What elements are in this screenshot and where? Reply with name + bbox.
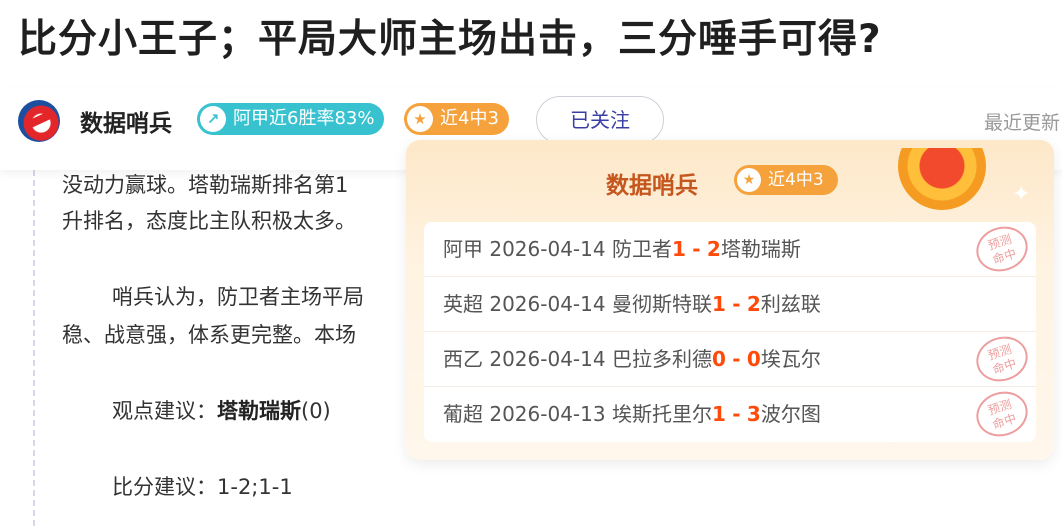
record-row[interactable]: 西乙 2026-04-14 巴拉多利德0 - 0埃瓦尔 预测 命中	[424, 330, 1036, 388]
record-date: 2026-04-13	[489, 402, 606, 426]
record-home-team: 巴拉多利德	[611, 347, 712, 371]
record-home-score: 0	[711, 347, 726, 371]
record-date: 2026-04-14	[489, 292, 606, 316]
record-list: 阿甲 2026-04-14 防卫者1 - 2塔勒瑞斯 预测 命中 英超 2026-…	[424, 220, 1036, 443]
paragraph-line: 没动力赢球。塔勒瑞斯排名第1	[62, 173, 349, 197]
record-home-team: 防卫者	[611, 237, 672, 261]
record-row[interactable]: 葡超 2026-04-13 埃斯托里尔1 - 3波尔图 预测 命中	[424, 385, 1036, 443]
sparkle-icon: ✦	[1012, 182, 1031, 207]
record-row[interactable]: 英超 2026-04-14 曼彻斯特联1 - 2利兹联	[424, 277, 1036, 332]
record-league: 葡超	[443, 402, 483, 426]
record-score-separator: -	[732, 292, 741, 316]
star-icon: ★	[737, 168, 761, 192]
popup-title: 数据哨兵	[606, 173, 698, 199]
hit-rate-badge[interactable]: ★ 近4中3	[404, 103, 509, 135]
record-away-score: 2	[706, 237, 721, 261]
record-away-score: 2	[746, 292, 761, 316]
paragraph-line: 稳、战意强，体系更完整。本场	[62, 323, 356, 347]
follow-button[interactable]: 已关注	[536, 96, 664, 144]
record-score-separator: -	[732, 402, 741, 426]
score-value: 1-2;1-1	[217, 475, 293, 499]
record-league: 英超	[443, 292, 483, 316]
record-away-score: 0	[746, 347, 761, 371]
popup-hit-badge: ★ 近4中3	[734, 165, 838, 195]
record-popup: ✦ 数据哨兵 ★ 近4中3 阿甲 2026-04-14 防卫者1 - 2塔勒瑞斯…	[406, 140, 1054, 460]
star-icon: ★	[407, 106, 433, 132]
paragraph-line: 升排名，态度比主队积极太多。	[62, 209, 356, 233]
record-away-team: 埃瓦尔	[760, 347, 821, 371]
hit-rate-label: 近4中3	[440, 108, 499, 129]
popup-hit-label: 近4中3	[768, 170, 824, 190]
medal-icon	[894, 148, 990, 212]
prediction-hit-stamp: 预测 命中	[970, 385, 1034, 443]
arrow-up-icon: ↗	[200, 106, 226, 132]
record-home-team: 曼彻斯特联	[611, 292, 712, 316]
author-avatar[interactable]	[18, 100, 60, 142]
record-home-team: 埃斯托里尔	[611, 402, 712, 426]
view-suggestion: 观点建议：塔勒瑞斯(0)	[112, 396, 331, 426]
view-team: 塔勒瑞斯	[217, 399, 301, 423]
win-rate-badge: ↗ 阿甲近6胜率83%	[197, 103, 385, 135]
record-score-separator: -	[692, 237, 701, 261]
view-label: 观点建议：	[112, 399, 217, 423]
record-away-team: 利兹联	[760, 292, 821, 316]
record-home-score: 1	[711, 292, 726, 316]
prediction-hit-stamp: 预测 命中	[970, 220, 1034, 278]
record-league: 西乙	[443, 347, 483, 371]
record-league: 阿甲	[443, 237, 483, 261]
record-score-separator: -	[732, 347, 741, 371]
record-away-team: 波尔图	[760, 402, 821, 426]
win-rate-label: 阿甲近6胜率83%	[233, 108, 375, 129]
score-label: 比分建议：	[112, 475, 217, 499]
recent-update-label[interactable]: 最近更新	[984, 108, 1060, 135]
author-name[interactable]: 数据哨兵	[80, 104, 172, 138]
record-date: 2026-04-14	[489, 237, 606, 261]
timeline-divider	[33, 170, 35, 526]
record-away-team: 塔勒瑞斯	[720, 237, 801, 261]
record-date: 2026-04-14	[489, 347, 606, 371]
score-suggestion: 比分建议：1-2;1-1	[112, 472, 293, 502]
paragraph-line: 哨兵认为，防卫者主场平局	[112, 285, 364, 309]
record-home-score: 1	[711, 402, 726, 426]
prediction-hit-stamp: 预测 命中	[970, 330, 1034, 388]
record-home-score: 1	[671, 237, 686, 261]
record-away-score: 3	[746, 402, 761, 426]
record-row[interactable]: 阿甲 2026-04-14 防卫者1 - 2塔勒瑞斯 预测 命中	[424, 220, 1036, 278]
view-handicap: (0)	[301, 399, 331, 423]
article-title: 比分小王子；平局大师主场出击，三分唾手可得?	[18, 17, 882, 62]
